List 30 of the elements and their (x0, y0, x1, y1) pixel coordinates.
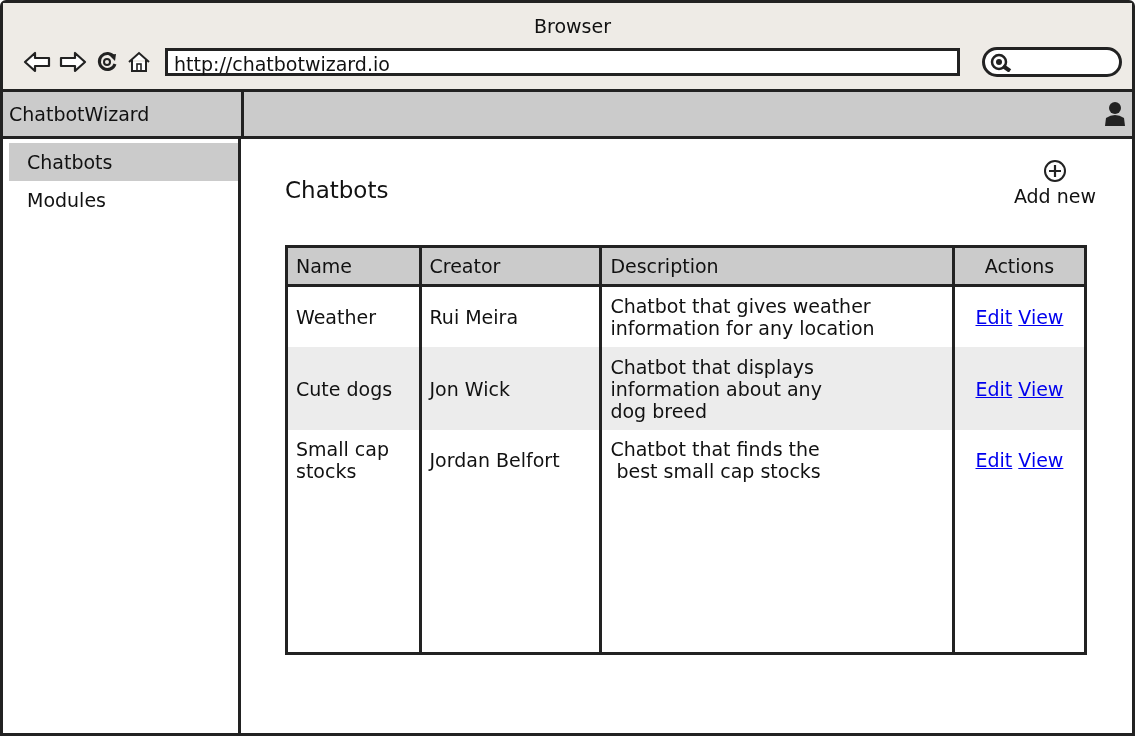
action-link[interactable]: Edit (975, 377, 1013, 400)
action-link[interactable]: View (1018, 377, 1064, 400)
table-cell: Jon Wick (420, 346, 601, 431)
action-link[interactable]: View (1018, 449, 1064, 472)
home-icon[interactable] (127, 50, 151, 74)
back-icon[interactable] (23, 50, 51, 74)
search-field[interactable] (982, 47, 1122, 77)
table-cell: Jordan Belfort (420, 430, 601, 490)
column-header: Actions (953, 246, 1086, 286)
sidebar-item[interactable]: Modules (9, 181, 238, 219)
table-cell: Small cap stocks (286, 430, 420, 490)
window-title: Browser (534, 15, 611, 37)
forward-icon[interactable] (59, 50, 87, 74)
action-link[interactable]: Edit (975, 305, 1013, 328)
table-cell: Chatbot that finds the best small cap stocks (600, 430, 954, 490)
column-header: Name (286, 246, 420, 286)
user-icon[interactable] (1104, 101, 1126, 127)
action-link[interactable]: Edit (975, 449, 1013, 472)
table-cell: Cute dogs (286, 346, 420, 431)
action-link[interactable]: View (1018, 305, 1064, 328)
column-header: Description (600, 246, 954, 286)
sidebar-item[interactable]: Chatbots (9, 143, 238, 181)
add-new-button[interactable]: Add new (1013, 159, 1096, 207)
page-heading: Chatbots (285, 177, 389, 203)
reload-icon[interactable] (95, 50, 119, 74)
table-cell: Chatbot that displays information about any dog breed (600, 346, 954, 431)
url-field[interactable]: http://chatbotwizard.io (165, 48, 960, 76)
plus-circle-icon (1042, 159, 1067, 183)
search-icon (989, 52, 1013, 72)
column-header: Creator (420, 246, 601, 286)
